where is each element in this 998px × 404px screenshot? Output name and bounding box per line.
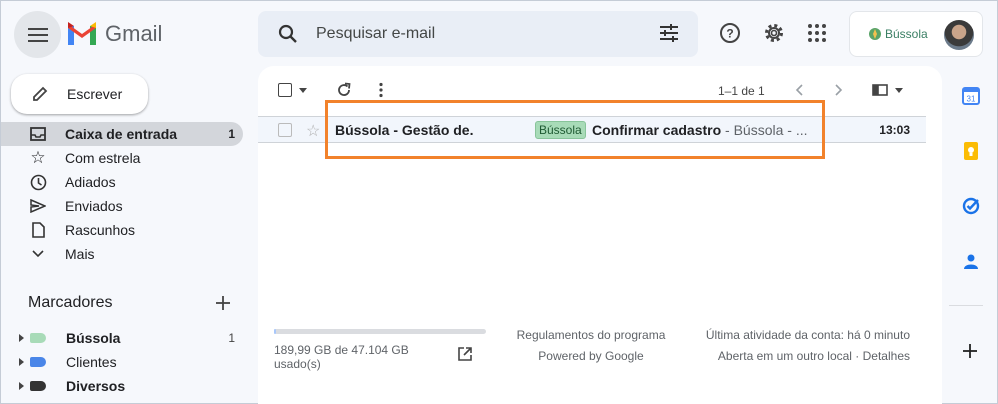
- label-tag-icon: [30, 333, 46, 343]
- storage-usage-text: 189,99 GB de 47.104 GB usado(s): [274, 343, 409, 371]
- draft-icon: [31, 222, 45, 238]
- add-label-icon[interactable]: [215, 295, 231, 311]
- email-label-chip[interactable]: Bússola: [535, 121, 586, 139]
- account-switcher[interactable]: Bússola: [849, 11, 983, 57]
- split-pane-toggle-icon[interactable]: [872, 84, 888, 96]
- expand-arrow-icon[interactable]: [19, 334, 24, 342]
- select-dropdown-icon[interactable]: [299, 88, 307, 93]
- main-menu-button[interactable]: [14, 11, 61, 58]
- powered-by-text: Powered by Google: [538, 349, 644, 363]
- sidebar-item-label: Caixa de entrada: [65, 126, 178, 142]
- gmail-logo[interactable]: Gmail: [67, 21, 162, 47]
- contacts-icon: [964, 254, 978, 269]
- tasks-icon: [962, 197, 980, 215]
- search-bar[interactable]: [258, 11, 698, 57]
- inbox-icon: [30, 127, 46, 141]
- select-all-checkbox[interactable]: [278, 83, 292, 97]
- label-name: Diversos: [66, 378, 126, 394]
- sidebar-item-label: Com estrela: [65, 150, 141, 166]
- help-icon[interactable]: ?: [718, 21, 742, 45]
- org-logo: Bússola: [868, 27, 928, 41]
- org-name: Bússola: [885, 27, 928, 41]
- svg-text:?: ?: [726, 27, 733, 41]
- label-item-clientes[interactable]: Clientes: [1, 350, 243, 374]
- gmail-m-icon: [68, 22, 96, 45]
- add-app-icon[interactable]: [962, 343, 978, 359]
- sidebar-item-label: Adiados: [65, 174, 116, 190]
- storage-bar: [274, 329, 486, 334]
- prev-page-icon[interactable]: [795, 84, 803, 96]
- gmail-wordmark: Gmail: [105, 21, 163, 46]
- label-tag-icon: [30, 381, 46, 391]
- tasks-app-button[interactable]: [956, 191, 986, 221]
- email-subject: Confirmar cadastro - Bússola - ...: [592, 122, 808, 138]
- sidebar-item-label: Rascunhos: [65, 222, 136, 238]
- send-icon: [30, 199, 46, 213]
- clock-icon: [30, 174, 46, 190]
- details-link[interactable]: Aberta em um outro local · Detalhes: [688, 346, 910, 367]
- open-external-icon[interactable]: [458, 347, 472, 361]
- last-activity-text: Última atividade da conta: há 0 minuto: [705, 328, 910, 342]
- calendar-app-button[interactable]: 31: [956, 81, 986, 111]
- email-time: 13:03: [879, 122, 910, 137]
- email-subject-text: Confirmar cadastro: [592, 121, 722, 138]
- label-item-diversos[interactable]: Diversos: [1, 374, 243, 398]
- more-options-icon[interactable]: [379, 82, 383, 98]
- search-icon[interactable]: [276, 22, 300, 46]
- unread-count: 1: [228, 127, 235, 141]
- storage-fill: [274, 329, 277, 334]
- expand-arrow-icon[interactable]: [19, 358, 24, 366]
- label-count: 1: [228, 331, 235, 345]
- next-page-icon[interactable]: [835, 84, 843, 96]
- sidebar-item-starred[interactable]: ☆ Com estrela: [1, 146, 243, 170]
- avatar[interactable]: [944, 20, 974, 50]
- label-name: Clientes: [66, 354, 117, 370]
- svg-text:31: 31: [967, 95, 976, 104]
- star-toggle-icon[interactable]: ☆: [306, 121, 320, 141]
- search-options-icon[interactable]: [658, 22, 680, 44]
- contacts-app-button[interactable]: [956, 246, 986, 276]
- keep-icon: [964, 142, 978, 160]
- compose-label: Escrever: [67, 86, 123, 102]
- sidebar-nav: Caixa de entrada 1 ☆ Com estrela Adiados…: [1, 122, 243, 266]
- split-pane-dropdown-icon[interactable]: [895, 88, 903, 93]
- pencil-icon: [33, 86, 48, 101]
- email-row[interactable]: ☆ Bússola - Gestão de. Bússola Confirmar…: [258, 116, 926, 143]
- list-toolbar: 1–1 de 1: [258, 66, 942, 114]
- sidebar-item-drafts[interactable]: Rascunhos: [1, 218, 243, 242]
- settings-gear-icon[interactable]: [762, 21, 786, 45]
- account-activity: Última atividade da conta: há 0 minuto A…: [688, 325, 910, 367]
- compass-icon: [869, 28, 881, 40]
- hamburger-icon: [27, 27, 48, 42]
- mail-list-panel: 1–1 de 1 ☆ Bússola - Gestão de. Bússola …: [258, 66, 942, 404]
- sidebar-item-snoozed[interactable]: Adiados: [1, 170, 243, 194]
- sidebar-item-sent[interactable]: Enviados: [1, 194, 243, 218]
- keep-app-button[interactable]: [956, 136, 986, 166]
- side-panel-divider: [949, 305, 983, 306]
- sidebar-item-more[interactable]: Mais: [1, 242, 243, 266]
- sidebar-item-label: Mais: [65, 246, 95, 262]
- sidebar-item-inbox[interactable]: Caixa de entrada 1: [1, 122, 243, 146]
- chevron-down-icon: [32, 250, 44, 258]
- compose-button[interactable]: Escrever: [11, 74, 148, 114]
- label-tag-icon: [30, 357, 46, 367]
- search-input[interactable]: [316, 25, 636, 43]
- email-snippet: - Bússola - ...: [721, 121, 808, 138]
- label-item-bussola[interactable]: Bússola 1: [1, 326, 243, 350]
- footer-links: Regulamentos do programa Powered by Goog…: [508, 325, 674, 367]
- terms-link[interactable]: Regulamentos do programa: [508, 325, 674, 346]
- expand-arrow-icon[interactable]: [19, 382, 24, 390]
- labels-heading: Marcadores: [28, 294, 113, 311]
- email-checkbox[interactable]: [278, 123, 292, 137]
- label-list: Bússola 1 Clientes Diversos: [1, 326, 243, 398]
- star-icon: ☆: [30, 148, 46, 167]
- refresh-icon[interactable]: [336, 82, 352, 98]
- label-name: Bússola: [66, 330, 121, 346]
- pagination-text: 1–1 de 1: [718, 84, 765, 98]
- sidebar-item-label: Enviados: [65, 198, 123, 214]
- apps-grid-icon[interactable]: [805, 21, 829, 45]
- calendar-icon: 31: [962, 87, 980, 105]
- email-sender: Bússola - Gestão de.: [335, 121, 474, 138]
